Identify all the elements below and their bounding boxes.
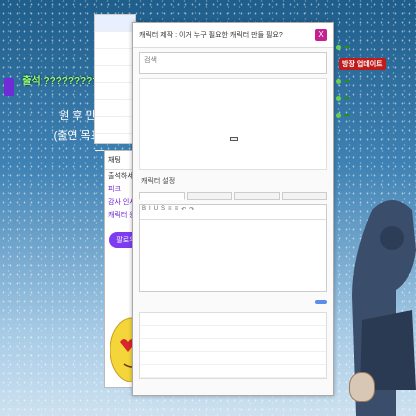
sidebar-row[interactable] <box>95 117 135 134</box>
search-input[interactable]: 검색 <box>139 52 327 74</box>
list-item[interactable] <box>140 339 326 352</box>
window-title-bar: 캐릭터 제작 : 이거 누구 필요한 캐릭터 만들 필요? X <box>133 23 333 48</box>
online-dot-icon <box>336 78 341 84</box>
viewer-name <box>344 46 350 48</box>
tab[interactable] <box>139 192 185 200</box>
sidebar-row[interactable] <box>95 100 135 117</box>
list-item[interactable] <box>140 313 326 326</box>
sidebar-row[interactable] <box>95 15 135 32</box>
viewer-entry <box>336 108 384 122</box>
left-sidebar <box>94 14 136 151</box>
section-subtitle: 캐릭터 설정 <box>141 178 176 185</box>
redo-button[interactable]: ↷ <box>189 206 194 218</box>
underline-button[interactable]: U <box>154 206 158 218</box>
list-item[interactable] <box>140 352 326 365</box>
editor-footer <box>139 300 327 304</box>
list-item[interactable] <box>140 326 326 339</box>
viewer-name: 방장 업데이트 <box>339 58 386 70</box>
list-button[interactable]: ≡ <box>175 206 179 218</box>
online-dot-icon <box>336 112 341 118</box>
italic-button[interactable]: I <box>149 206 151 218</box>
close-button[interactable]: X <box>315 29 327 41</box>
undo-button[interactable]: ↶ <box>181 206 186 218</box>
window-title: 캐릭터 제작 : 이거 누구 필요한 캐릭터 만들 필요? <box>139 32 283 39</box>
editor-tabs <box>139 192 327 200</box>
viewer-name <box>344 97 350 99</box>
viewer-entry <box>336 40 384 54</box>
viewer-list: 방장 업데이트 <box>336 40 386 126</box>
sidebar-row[interactable] <box>95 83 135 100</box>
text-editor[interactable]: B I U S ≡ ≡ ↶ ↷ <box>139 204 327 292</box>
character-editor-window: 캐릭터 제작 : 이거 누구 필요한 캐릭터 만들 필요? X 검색 캐릭터 설… <box>132 22 334 396</box>
submit-button[interactable] <box>315 300 327 304</box>
viewer-name <box>344 114 350 116</box>
viewer-entry <box>336 91 384 105</box>
sidebar-row[interactable] <box>95 134 135 151</box>
preview-tag[interactable] <box>230 137 238 141</box>
editor-toolbar: B I U S ≡ ≡ ↶ ↷ <box>140 205 326 220</box>
viewer-name <box>344 80 350 82</box>
webcam-avatar <box>349 372 375 402</box>
align-button[interactable]: ≡ <box>168 206 172 218</box>
online-dot-icon <box>336 95 341 101</box>
tab[interactable] <box>186 192 232 200</box>
tab[interactable] <box>281 192 327 200</box>
list-item[interactable] <box>140 365 326 378</box>
editor-text[interactable] <box>140 220 326 226</box>
viewer-entry: 방장 업데이트 <box>336 57 386 71</box>
viewer-entry <box>336 74 384 88</box>
sidebar-row[interactable] <box>95 66 135 83</box>
entry-list <box>139 312 327 379</box>
preview-area <box>139 78 327 170</box>
strike-button[interactable]: S <box>161 206 165 218</box>
bold-button[interactable]: B <box>142 206 146 218</box>
tab[interactable] <box>234 192 280 200</box>
sidebar-row[interactable] <box>95 32 135 49</box>
sidebar-row[interactable] <box>95 49 135 66</box>
online-dot-icon <box>336 44 341 50</box>
